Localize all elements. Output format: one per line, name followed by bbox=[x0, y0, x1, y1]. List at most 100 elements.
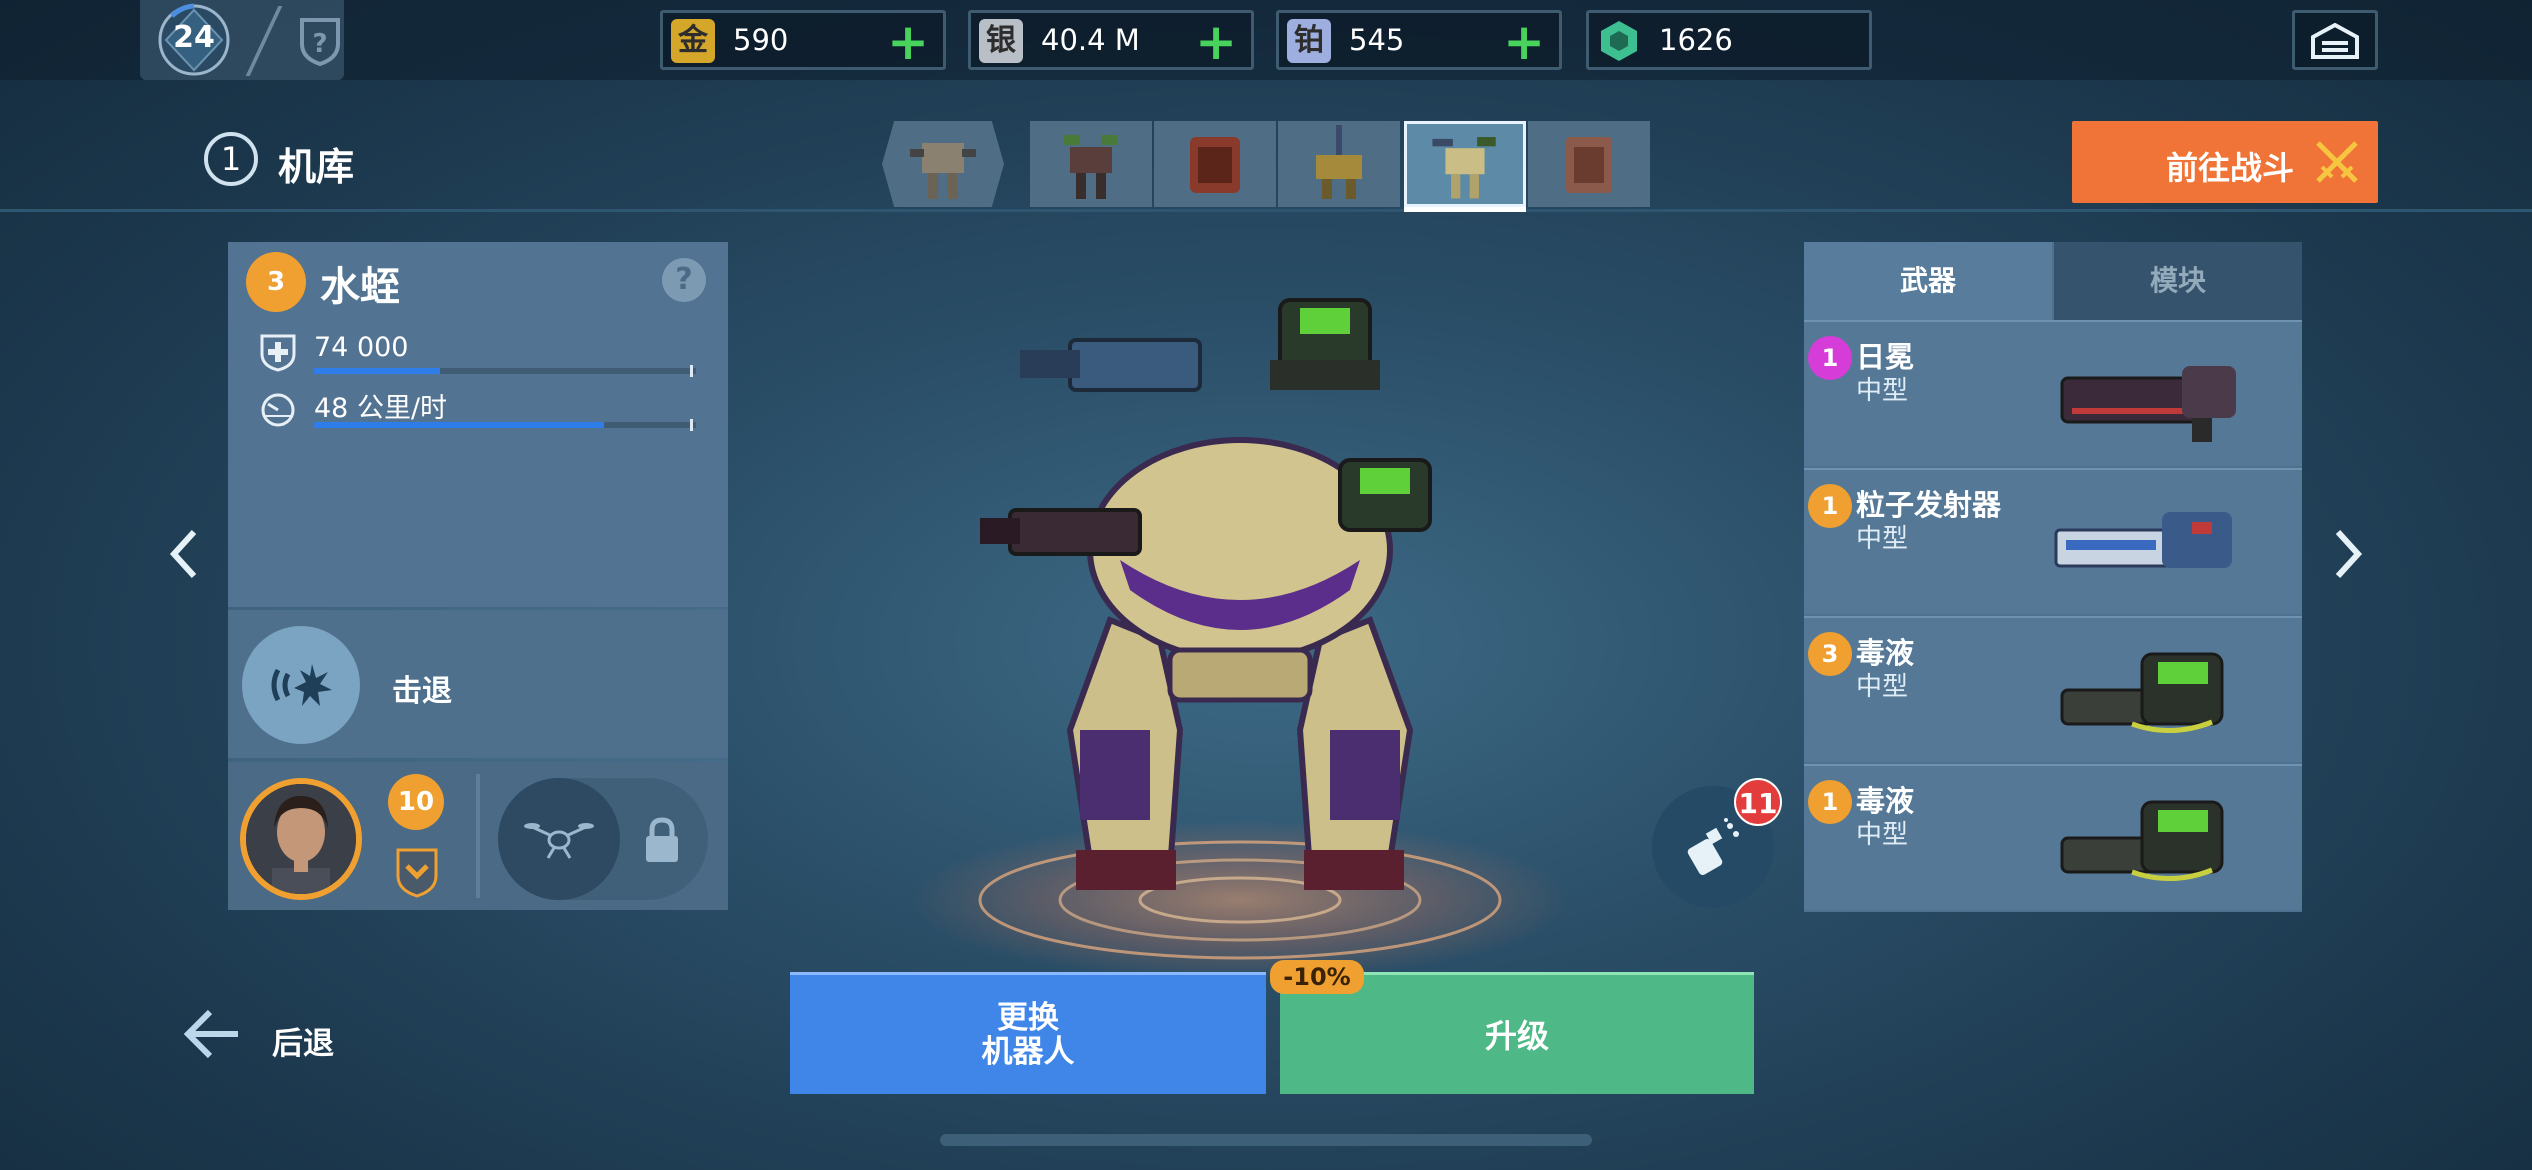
weapon-type: 中型 bbox=[1856, 820, 1909, 850]
hangar-number[interactable]: 1 bbox=[204, 132, 258, 186]
rank-chevron-icon bbox=[396, 848, 438, 898]
robot-thumbnail-icon bbox=[1432, 137, 1496, 199]
robot-info-panel: 3 水蛭 ? 74 000 48 公里/时 击退 10 bbox=[228, 242, 728, 910]
weapon-rank-badge: 1 bbox=[1808, 484, 1852, 528]
speed-value: 48 公里/时 bbox=[314, 393, 448, 424]
add-silver-button[interactable]: + bbox=[1195, 17, 1237, 67]
ability-name: 击退 bbox=[392, 674, 452, 709]
weapon-slot-4[interactable]: 1 毒液 中型 bbox=[1804, 764, 2302, 910]
robot-slot-6[interactable] bbox=[1528, 121, 1650, 207]
silver-currency: 银 40.4 M + bbox=[968, 10, 1254, 70]
gold-value: 590 bbox=[733, 23, 789, 57]
armor-value: 74 000 bbox=[314, 332, 409, 363]
drone-button[interactable] bbox=[498, 778, 620, 900]
weapon-rank-badge: 1 bbox=[1808, 336, 1852, 380]
knockback-icon bbox=[271, 664, 332, 706]
tab-modules[interactable]: 模块 bbox=[2054, 242, 2302, 320]
previous-robot-arrow[interactable] bbox=[166, 524, 202, 584]
back-label: 后退 bbox=[272, 1026, 334, 1062]
hangar-title: 机库 bbox=[278, 145, 355, 189]
garage-button[interactable] bbox=[2292, 10, 2378, 70]
tab-weapons[interactable]: 武器 bbox=[1804, 242, 2052, 320]
armor-bar-fill bbox=[314, 368, 441, 374]
gold-icon: 金 bbox=[671, 19, 715, 63]
robot-thumbnail-icon bbox=[1064, 135, 1118, 199]
robot-slot-4[interactable] bbox=[1278, 121, 1400, 207]
weapon-rank-badge: 1 bbox=[1808, 780, 1852, 824]
next-robot-arrow[interactable] bbox=[2330, 524, 2366, 584]
garage-icon bbox=[2311, 23, 2359, 59]
speedometer-icon bbox=[261, 393, 295, 427]
platinum-currency: 铂 545 + bbox=[1276, 10, 1562, 70]
drone-icon bbox=[524, 823, 594, 859]
header-divider bbox=[0, 209, 2532, 212]
robot-name: 水蛭 bbox=[320, 264, 400, 310]
silver-icon: 银 bbox=[979, 19, 1023, 63]
weapon-slot-1[interactable]: 1 日冕 中型 bbox=[1804, 320, 2302, 466]
venom-weapon-icon bbox=[2060, 652, 2224, 733]
speed-bar bbox=[314, 422, 696, 428]
corona-weapon-icon bbox=[2060, 366, 2236, 442]
pilot-level-badge: 10 bbox=[388, 774, 444, 830]
back-arrow-icon bbox=[184, 1009, 238, 1059]
robot-thumbnail-icon bbox=[1566, 137, 1612, 193]
robot-thumbnail-icon bbox=[910, 143, 976, 199]
pilot-avatar[interactable] bbox=[240, 778, 362, 900]
ability-section[interactable]: 击退 bbox=[228, 610, 728, 758]
top-bar bbox=[0, 0, 2532, 80]
change-robot-line1: 更换 bbox=[997, 1000, 1059, 1036]
armor-bar bbox=[314, 368, 696, 374]
shield-question-icon[interactable]: ? bbox=[296, 14, 344, 68]
crossed-swords-icon bbox=[2316, 141, 2358, 183]
go-to-battle-button[interactable]: 前往战斗 bbox=[2072, 121, 2378, 203]
robot-rank-badge: 3 bbox=[246, 252, 306, 312]
key-value: 1626 bbox=[1659, 23, 1733, 57]
shield-plus-icon bbox=[260, 334, 296, 372]
key-icon bbox=[1601, 21, 1637, 61]
add-gold-button[interactable]: + bbox=[887, 17, 929, 67]
weapon-slot-3[interactable]: 3 毒液 中型 bbox=[1804, 616, 2302, 762]
robot-model bbox=[910, 298, 1570, 980]
lock-icon bbox=[646, 817, 678, 862]
equipment-panel: 武器 模块 1 日冕 中型 1 粒子发射器 中型 3 毒液 中型 1 毒液 中型 bbox=[1804, 242, 2302, 912]
platinum-value: 545 bbox=[1349, 23, 1405, 57]
robot-slot-2[interactable] bbox=[1030, 121, 1152, 207]
speed-bar-end bbox=[690, 419, 693, 431]
particle-emitter-icon bbox=[2054, 512, 2232, 568]
key-currency: 1626 bbox=[1586, 10, 1872, 70]
change-robot-line2: 机器人 bbox=[981, 1034, 1075, 1070]
paint-count-badge: 11 bbox=[1734, 778, 1782, 826]
weapon-type: 中型 bbox=[1856, 376, 1909, 406]
discount-badge: -10% bbox=[1270, 960, 1364, 994]
robot-slot-3[interactable] bbox=[1154, 121, 1276, 207]
svg-text:?: ? bbox=[312, 29, 327, 59]
game-screen: { "player": { "level": "24" }, "currenci… bbox=[0, 0, 2532, 1170]
add-platinum-button[interactable]: + bbox=[1503, 17, 1545, 67]
weapon-type: 中型 bbox=[1856, 672, 1909, 702]
robot-stats-section: 3 水蛭 ? 74 000 48 公里/时 bbox=[228, 242, 728, 607]
weapon-type: 中型 bbox=[1856, 524, 1909, 554]
selected-tab-indicator bbox=[1404, 207, 1526, 212]
armor-bar-end bbox=[690, 365, 693, 377]
speed-bar-fill bbox=[314, 422, 605, 428]
home-indicator[interactable] bbox=[940, 1134, 1592, 1146]
spray-can-icon bbox=[1687, 818, 1739, 876]
back-button[interactable]: 后退 bbox=[184, 1002, 354, 1068]
weapon-rank-badge: 3 bbox=[1808, 632, 1852, 676]
platinum-icon: 铂 bbox=[1287, 19, 1331, 63]
help-icon[interactable]: ? bbox=[662, 258, 706, 302]
pilot-portrait-icon bbox=[246, 784, 356, 894]
gold-currency: 金 590 + bbox=[660, 10, 946, 70]
pilot-drone-section: 10 bbox=[228, 762, 728, 910]
venom-weapon-icon bbox=[2060, 800, 2224, 881]
drone-slot[interactable] bbox=[498, 778, 708, 900]
robot-slot-5-selected[interactable] bbox=[1404, 121, 1526, 207]
robot-slot-1[interactable] bbox=[882, 121, 1004, 207]
silver-value: 40.4 M bbox=[1041, 23, 1140, 57]
robot-thumbnail-icon bbox=[1190, 137, 1240, 193]
weapon-slot-2[interactable]: 1 粒子发射器 中型 bbox=[1804, 468, 2302, 614]
change-robot-button[interactable]: 更换 机器人 bbox=[790, 972, 1266, 1094]
ability-button[interactable] bbox=[242, 626, 360, 744]
robot-thumbnail-icon bbox=[1316, 125, 1362, 199]
player-level: 24 bbox=[173, 20, 215, 55]
